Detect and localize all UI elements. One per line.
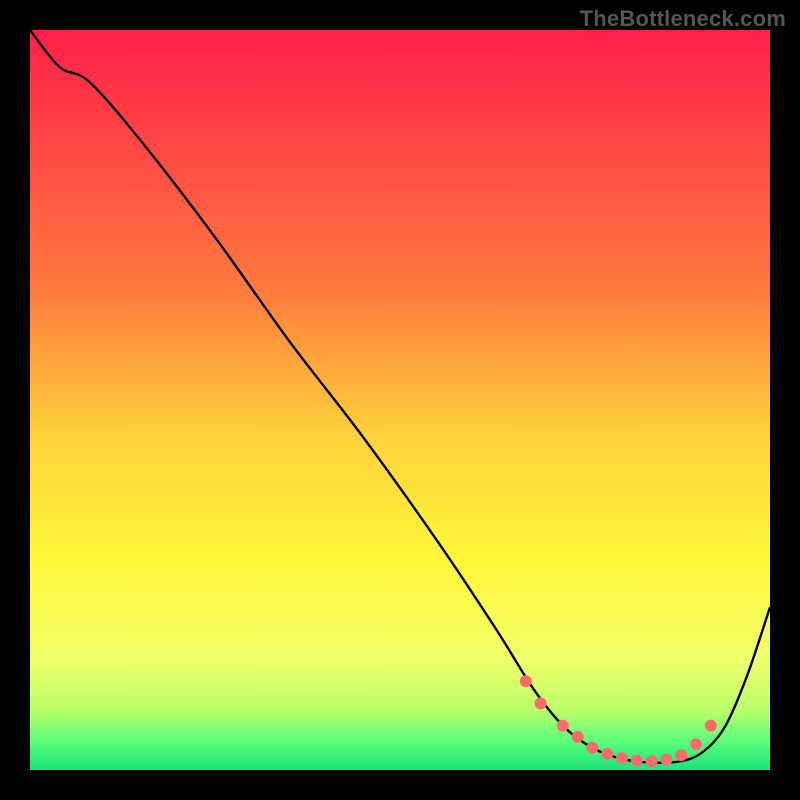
marker-point: [557, 720, 569, 732]
marker-point: [572, 731, 584, 743]
chart-svg: [30, 30, 770, 770]
marker-point: [586, 742, 598, 754]
chart-frame: TheBottleneck.com: [0, 0, 800, 800]
marker-point: [535, 697, 547, 709]
watermark-text: TheBottleneck.com: [580, 6, 786, 32]
marker-point: [690, 738, 702, 750]
marker-point: [601, 748, 613, 760]
marker-point: [616, 752, 628, 764]
marker-point: [660, 754, 672, 766]
marker-point: [705, 720, 717, 732]
marker-point: [520, 675, 532, 687]
marker-point: [631, 754, 643, 766]
marker-point: [675, 749, 687, 761]
marker-point: [646, 755, 658, 767]
plot-area: [30, 30, 770, 770]
